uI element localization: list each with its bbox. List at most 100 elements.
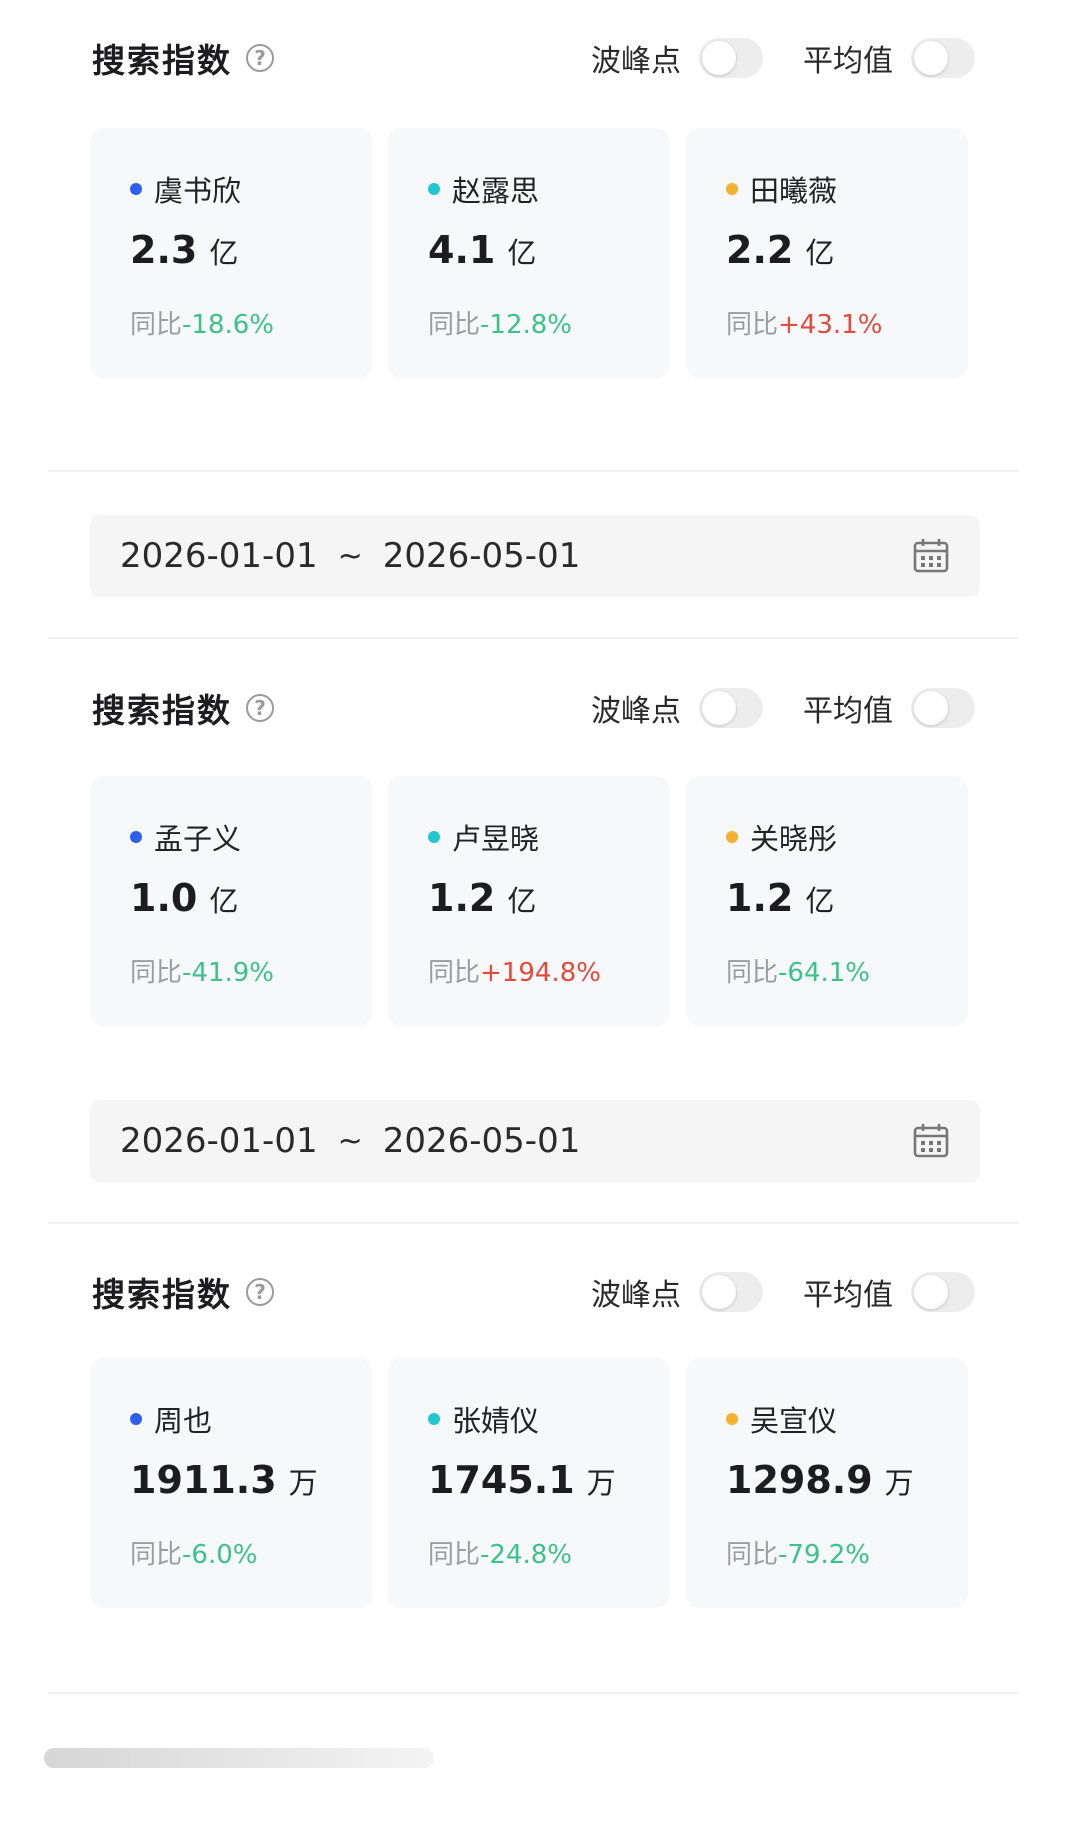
person-card[interactable]: 周也 1911.3 万 同比-6.0% bbox=[90, 1358, 372, 1608]
person-card[interactable]: 卢昱晓 1.2 亿 同比+194.8% bbox=[388, 776, 670, 1026]
index-value: 2.3 bbox=[130, 228, 198, 272]
date-end: 2026-05-01 bbox=[382, 1121, 581, 1161]
yoy-label: 同比 bbox=[130, 310, 183, 340]
series-dot bbox=[726, 831, 738, 843]
index-unit: 亿 bbox=[805, 884, 835, 918]
person-card[interactable]: 虞书欣 2.3 亿 同比-18.6% bbox=[90, 128, 372, 378]
section-1-header: 搜索指数 ? 波峰点 平均值 bbox=[92, 30, 975, 86]
index-unit: 万 bbox=[884, 1466, 914, 1500]
yoy-value: -41.9% bbox=[182, 958, 274, 988]
section-title: 搜索指数 bbox=[92, 691, 232, 730]
calendar-icon[interactable] bbox=[912, 1122, 950, 1160]
series-dot bbox=[726, 1413, 738, 1425]
index-unit: 万 bbox=[586, 1466, 616, 1500]
peak-toggle[interactable] bbox=[699, 1272, 763, 1312]
person-name: 关晓彤 bbox=[750, 822, 838, 856]
date-range-picker[interactable]: 2026-01-01 ~ 2026-05-01 bbox=[90, 515, 980, 597]
person-card[interactable]: 田曦薇 2.2 亿 同比+43.1% bbox=[686, 128, 968, 378]
index-value: 1911.3 bbox=[130, 1458, 277, 1502]
index-value: 1.2 bbox=[428, 876, 496, 920]
peak-toggle[interactable] bbox=[699, 38, 763, 78]
index-value: 1745.1 bbox=[428, 1458, 575, 1502]
person-name: 赵露思 bbox=[452, 174, 540, 208]
yoy-value: +194.8% bbox=[480, 958, 601, 988]
person-card[interactable]: 赵露思 4.1 亿 同比-12.8% bbox=[388, 128, 670, 378]
person-card[interactable]: 吴宣仪 1298.9 万 同比-79.2% bbox=[686, 1358, 968, 1608]
series-dot bbox=[726, 183, 738, 195]
average-toggle-label: 平均值 bbox=[803, 694, 893, 729]
series-dot bbox=[130, 1413, 142, 1425]
series-dot bbox=[130, 831, 142, 843]
section-1-cards: 虞书欣 2.3 亿 同比-18.6% 赵露思 4.1 亿 同比-12.8% 田曦薇 … bbox=[90, 128, 968, 378]
average-toggle[interactable] bbox=[911, 38, 975, 78]
index-unit: 亿 bbox=[209, 884, 239, 918]
average-toggle[interactable] bbox=[911, 1272, 975, 1312]
calendar-icon[interactable] bbox=[912, 537, 950, 575]
divider bbox=[48, 637, 1019, 639]
index-unit: 万 bbox=[288, 1466, 318, 1500]
average-toggle[interactable] bbox=[911, 688, 975, 728]
yoy-label: 同比 bbox=[726, 1540, 779, 1570]
yoy-label: 同比 bbox=[130, 1540, 183, 1570]
peak-toggle-label: 波峰点 bbox=[591, 694, 681, 729]
section-3-cards: 周也 1911.3 万 同比-6.0% 张婧仪 1745.1 万 同比-24.8% … bbox=[90, 1358, 968, 1608]
index-value: 1.0 bbox=[130, 876, 198, 920]
section-2-header: 搜索指数 ? 波峰点 平均值 bbox=[92, 680, 975, 736]
index-value: 1298.9 bbox=[726, 1458, 873, 1502]
person-card[interactable]: 孟子义 1.0 亿 同比-41.9% bbox=[90, 776, 372, 1026]
date-start: 2026-01-01 bbox=[120, 536, 318, 576]
section-2-cards: 孟子义 1.0 亿 同比-41.9% 卢昱晓 1.2 亿 同比+194.8% 关晓彤… bbox=[90, 776, 968, 1026]
person-name: 吴宣仪 bbox=[750, 1404, 838, 1438]
question-circle-icon[interactable]: ? bbox=[246, 694, 274, 722]
index-unit: 亿 bbox=[209, 236, 239, 270]
question-circle-icon[interactable]: ? bbox=[246, 44, 274, 72]
date-end: 2026-05-01 bbox=[382, 536, 581, 576]
yoy-label: 同比 bbox=[428, 1540, 481, 1570]
index-unit: 亿 bbox=[507, 236, 537, 270]
yoy-value: -64.1% bbox=[778, 958, 870, 988]
person-name: 田曦薇 bbox=[750, 174, 838, 208]
index-unit: 亿 bbox=[805, 236, 835, 270]
yoy-label: 同比 bbox=[726, 958, 779, 988]
divider bbox=[48, 1222, 1019, 1224]
yoy-value: -6.0% bbox=[182, 1540, 258, 1570]
date-start: 2026-01-01 bbox=[120, 1121, 318, 1161]
yoy-label: 同比 bbox=[428, 310, 481, 340]
person-card[interactable]: 张婧仪 1745.1 万 同比-24.8% bbox=[388, 1358, 670, 1608]
date-range-picker[interactable]: 2026-01-01 ~ 2026-05-01 bbox=[90, 1100, 980, 1182]
question-circle-icon[interactable]: ? bbox=[246, 1278, 274, 1306]
yoy-label: 同比 bbox=[130, 958, 183, 988]
index-value: 2.2 bbox=[726, 228, 794, 272]
date-separator: ~ bbox=[337, 538, 363, 574]
person-name: 周也 bbox=[154, 1404, 213, 1438]
yoy-value: -24.8% bbox=[480, 1540, 572, 1570]
index-unit: 亿 bbox=[507, 884, 537, 918]
series-dot bbox=[428, 183, 440, 195]
peak-toggle-label: 波峰点 bbox=[591, 1278, 681, 1313]
section-title: 搜索指数 bbox=[92, 1275, 232, 1314]
peak-toggle[interactable] bbox=[699, 688, 763, 728]
index-value: 4.1 bbox=[428, 228, 496, 272]
date-separator: ~ bbox=[337, 1123, 363, 1159]
yoy-value: -79.2% bbox=[778, 1540, 870, 1570]
series-dot bbox=[428, 1413, 440, 1425]
person-name: 虞书欣 bbox=[154, 174, 242, 208]
yoy-value: +43.1% bbox=[778, 310, 883, 340]
yoy-value: -12.8% bbox=[480, 310, 572, 340]
average-toggle-label: 平均值 bbox=[803, 44, 893, 79]
person-name: 卢昱晓 bbox=[452, 822, 540, 856]
section-3-header: 搜索指数 ? 波峰点 平均值 bbox=[92, 1264, 975, 1320]
average-toggle-label: 平均值 bbox=[803, 1278, 893, 1313]
blurred-footer-text bbox=[44, 1748, 434, 1768]
yoy-value: -18.6% bbox=[182, 310, 274, 340]
person-name: 孟子义 bbox=[154, 822, 242, 856]
index-value: 1.2 bbox=[726, 876, 794, 920]
series-dot bbox=[428, 831, 440, 843]
peak-toggle-label: 波峰点 bbox=[591, 44, 681, 79]
divider bbox=[48, 1692, 1019, 1694]
yoy-label: 同比 bbox=[726, 310, 779, 340]
section-title: 搜索指数 bbox=[92, 41, 232, 80]
person-card[interactable]: 关晓彤 1.2 亿 同比-64.1% bbox=[686, 776, 968, 1026]
yoy-label: 同比 bbox=[428, 958, 481, 988]
series-dot bbox=[130, 183, 142, 195]
